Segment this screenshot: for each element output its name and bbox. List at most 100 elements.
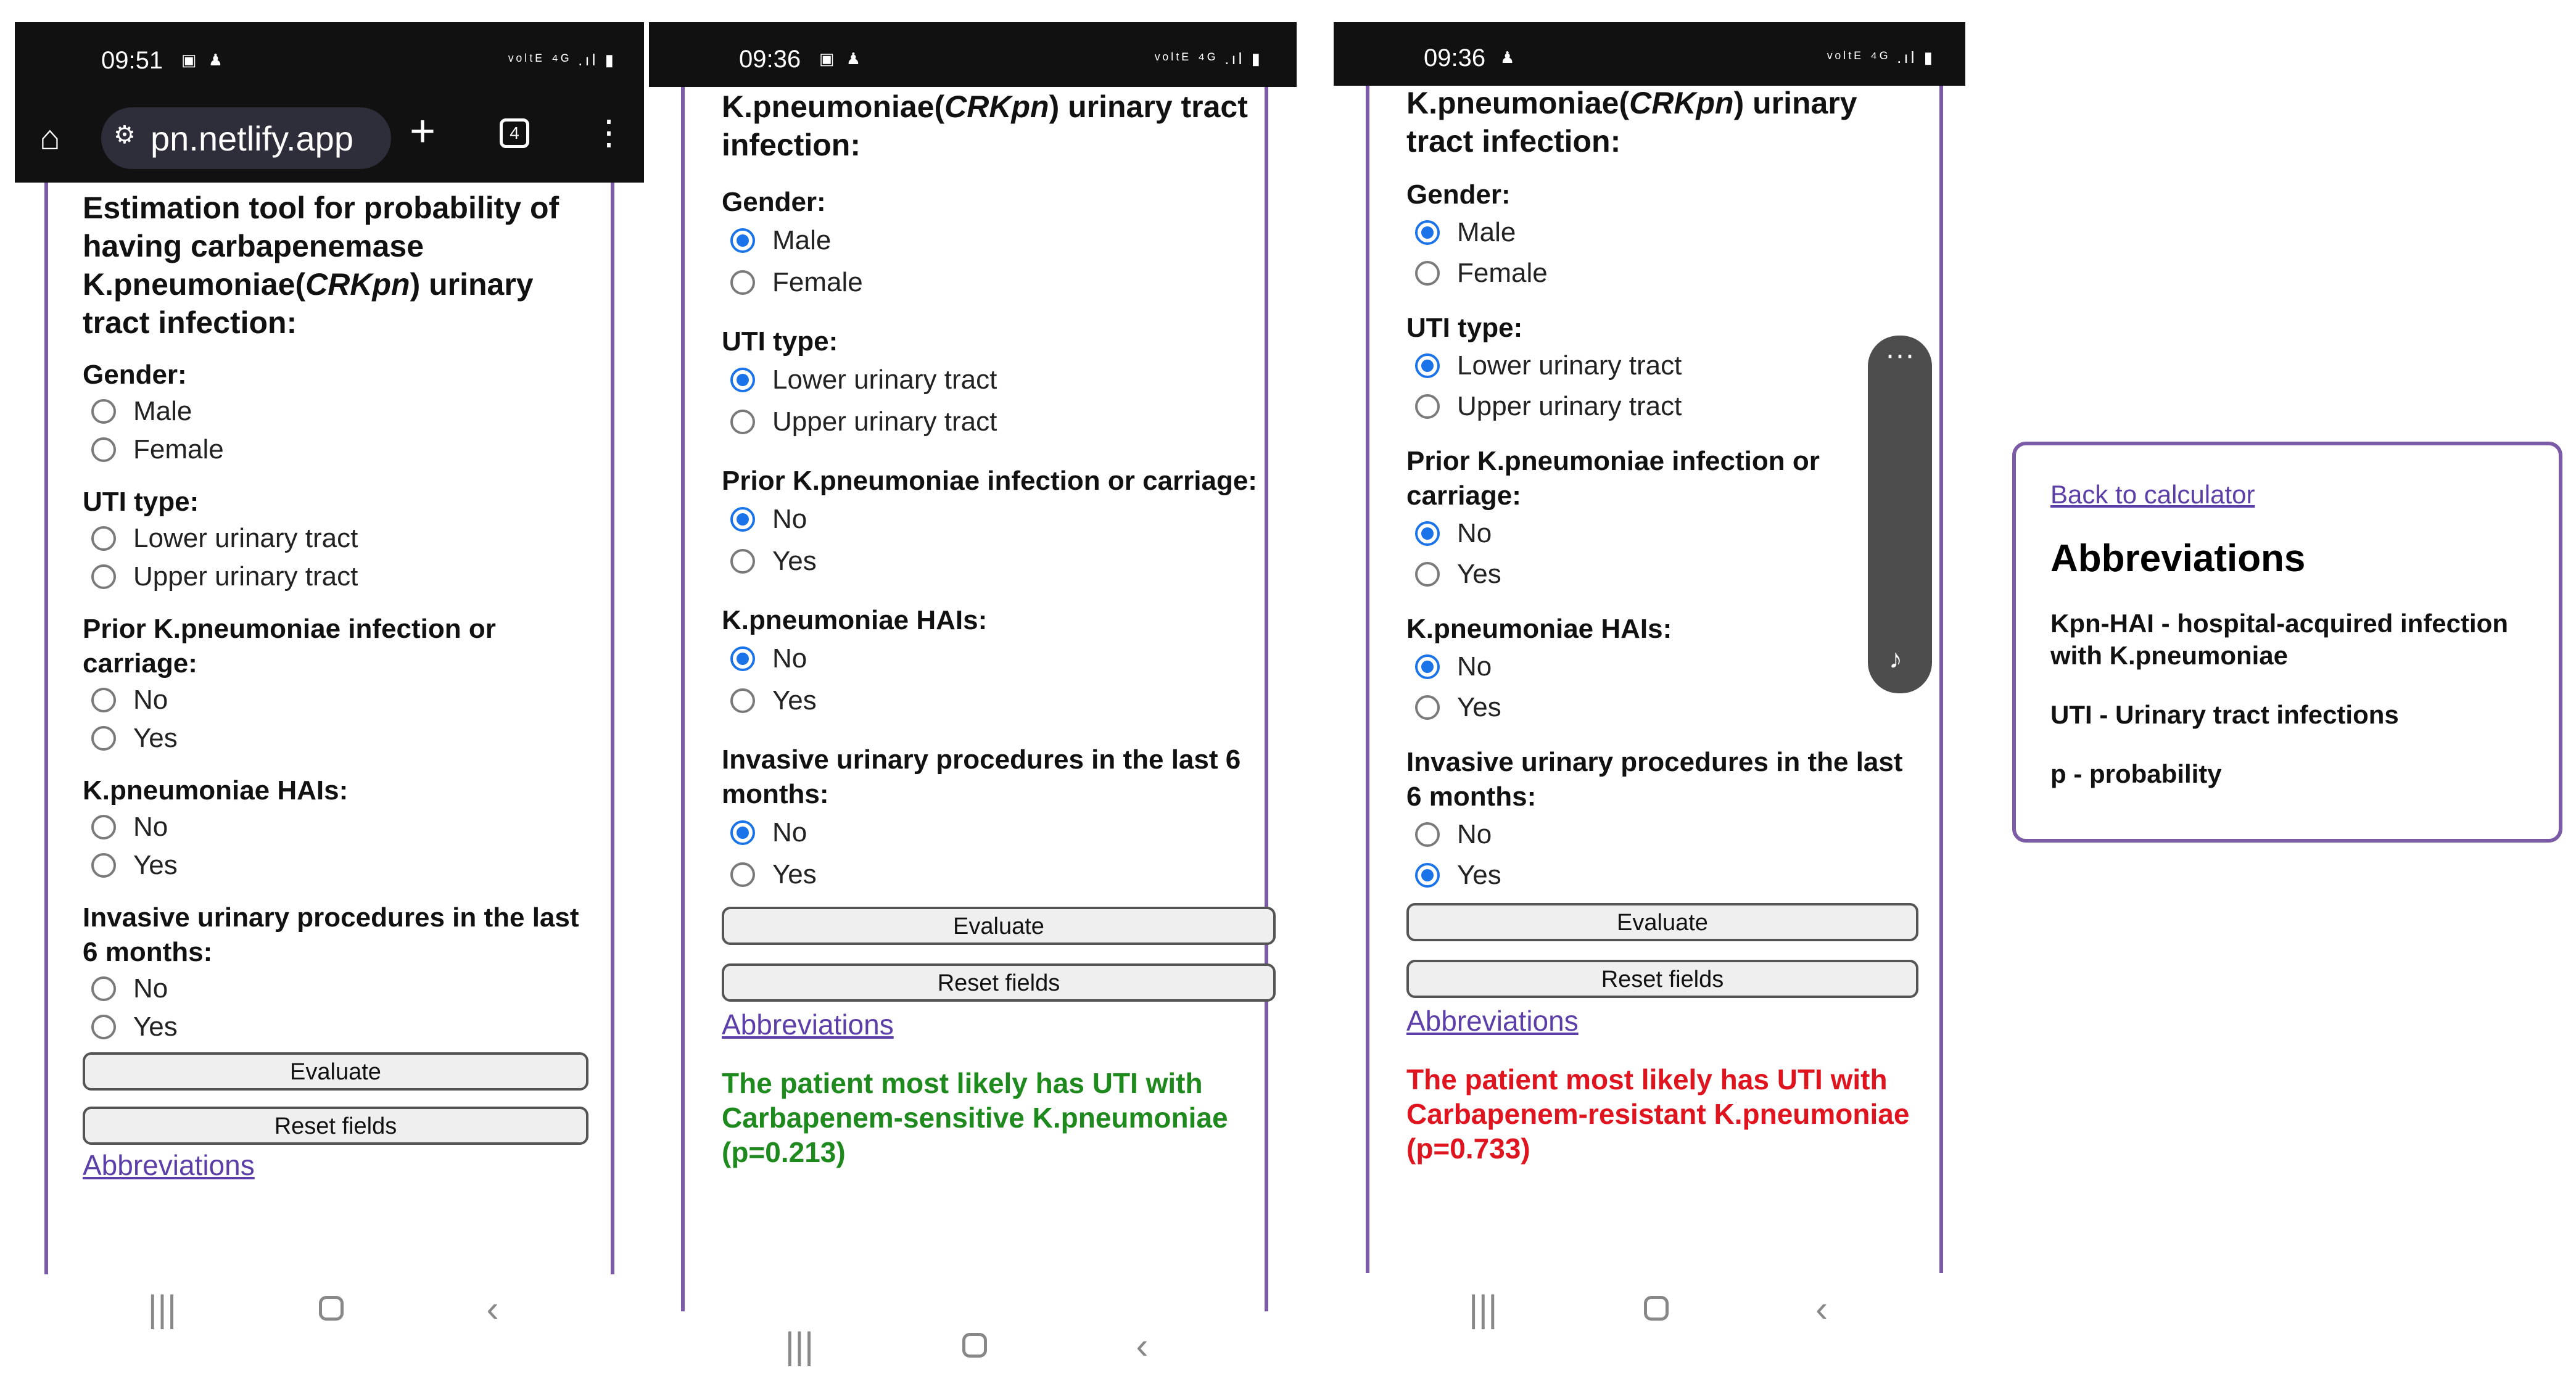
radio-button[interactable] (91, 526, 116, 551)
radio-button[interactable] (730, 820, 755, 845)
radio-button[interactable] (91, 437, 116, 462)
radio-button[interactable] (91, 815, 116, 839)
more-options-icon[interactable]: ··· (1885, 338, 1915, 372)
radio-button[interactable] (1415, 822, 1440, 847)
radio-option[interactable]: Upper urinary tract (722, 401, 1276, 443)
radio-option[interactable]: No (1406, 513, 1918, 554)
radio-button[interactable] (730, 862, 755, 887)
radio-option-label: Upper urinary tract (1457, 391, 1682, 421)
radio-button[interactable] (1415, 695, 1440, 720)
radio-button[interactable] (1415, 562, 1440, 587)
radio-button[interactable] (91, 564, 116, 589)
radio-option[interactable]: Yes (83, 719, 588, 757)
radio-option[interactable]: No (722, 812, 1276, 854)
radio-option[interactable]: Female (83, 431, 588, 469)
recent-apps-icon[interactable]: ||| (785, 1324, 814, 1367)
radio-button[interactable] (1415, 220, 1440, 245)
radio-option[interactable]: Male (1406, 212, 1918, 253)
form-content: Estimation tool for probability of havin… (83, 189, 588, 1182)
nav-back-icon[interactable]: ‹ (486, 1287, 498, 1330)
radio-button[interactable] (91, 976, 116, 1001)
page-title: Estimation tool for probability of havin… (83, 191, 559, 340)
status-time: 09:36 (1424, 44, 1486, 72)
radio-button[interactable] (730, 549, 755, 574)
radio-button[interactable] (730, 688, 755, 713)
radio-option[interactable]: Female (1406, 253, 1918, 294)
radio-button[interactable] (1415, 261, 1440, 286)
nav-back-icon[interactable]: ‹ (1815, 1287, 1828, 1330)
evaluate-button[interactable]: Evaluate (722, 907, 1276, 945)
radio-option[interactable]: Male (722, 220, 1276, 262)
radio-button[interactable] (730, 368, 755, 392)
form-content: K.pneumoniae(CRKpn) urinary tract infect… (722, 88, 1276, 1169)
radio-option[interactable]: No (1406, 646, 1918, 687)
radio-option[interactable]: Lower urinary tract (83, 519, 588, 558)
abbreviations-link[interactable]: Abbreviations (722, 1008, 894, 1041)
radio-button[interactable] (1415, 521, 1440, 546)
radio-option[interactable]: Upper urinary tract (1406, 386, 1918, 427)
radio-option[interactable]: Lower urinary tract (722, 359, 1276, 401)
signal-battery-icons: ᵛᵒˡᵗᴱ ⁴ᴳ .ıl ▮ (1155, 49, 1263, 68)
kebab-menu-icon[interactable]: ⋮ (592, 112, 626, 153)
radio-button[interactable] (91, 399, 116, 424)
evaluate-button[interactable]: Evaluate (83, 1052, 588, 1091)
radio-option[interactable]: No (83, 681, 588, 719)
radio-option-label: Female (772, 267, 863, 297)
site-settings-icon[interactable]: ⚙ (114, 121, 136, 149)
radio-button[interactable] (730, 507, 755, 532)
radio-option[interactable]: Yes (722, 854, 1276, 896)
radio-button[interactable] (730, 410, 755, 434)
music-note-icon[interactable]: ♪ (1889, 644, 1902, 675)
radio-option[interactable]: Yes (1406, 855, 1918, 896)
radio-button[interactable] (1415, 863, 1440, 888)
radio-option[interactable]: Yes (1406, 687, 1918, 728)
radio-button[interactable] (730, 228, 755, 253)
radio-option[interactable]: No (722, 498, 1276, 540)
nav-home-icon[interactable] (1644, 1296, 1669, 1321)
radio-option[interactable]: Lower urinary tract (1406, 345, 1918, 386)
floating-assistant-bubble[interactable]: ··· ♪ (1868, 336, 1932, 693)
signal-battery-icons: ᵛᵒˡᵗᴱ ⁴ᴳ .ıl ▮ (1827, 48, 1935, 67)
tab-switcher-icon[interactable]: 4 (500, 118, 529, 148)
radio-button[interactable] (91, 688, 116, 712)
evaluate-button[interactable]: Evaluate (1406, 903, 1918, 941)
radio-button[interactable] (91, 853, 116, 878)
home-icon[interactable]: ⌂ (39, 117, 60, 157)
radio-option[interactable]: Yes (722, 540, 1276, 582)
radio-option[interactable]: Yes (722, 680, 1276, 722)
radio-option[interactable]: Yes (83, 846, 588, 885)
radio-button[interactable] (730, 646, 755, 671)
radio-button[interactable] (730, 270, 755, 295)
radio-option-label: Male (133, 396, 192, 426)
nav-back-icon[interactable]: ‹ (1136, 1324, 1148, 1367)
radio-button[interactable] (1415, 353, 1440, 378)
radio-option[interactable]: No (722, 638, 1276, 680)
reset-button[interactable]: Reset fields (1406, 960, 1918, 998)
address-bar[interactable]: ⚙ pn.netlify.app (101, 107, 391, 169)
reset-button[interactable]: Reset fields (722, 963, 1276, 1002)
abbreviations-link[interactable]: Abbreviations (83, 1149, 255, 1181)
radio-option[interactable]: No (83, 808, 588, 846)
radio-option[interactable]: Male (83, 392, 588, 431)
radio-button[interactable] (91, 726, 116, 751)
radio-button[interactable] (91, 1015, 116, 1039)
radio-option[interactable]: No (83, 970, 588, 1008)
reset-button[interactable]: Reset fields (83, 1107, 588, 1145)
abbreviations-link[interactable]: Abbreviations (1406, 1005, 1579, 1037)
back-to-calculator-link[interactable]: Back to calculator (2050, 480, 2255, 509)
radio-option-label: No (133, 812, 168, 842)
radio-option[interactable]: Female (722, 262, 1276, 303)
nav-home-icon[interactable] (319, 1296, 344, 1321)
radio-option[interactable]: Yes (83, 1008, 588, 1046)
radio-option[interactable]: Yes (1406, 554, 1918, 595)
recent-apps-icon[interactable]: ||| (1469, 1287, 1498, 1330)
nav-home-icon[interactable] (962, 1333, 988, 1358)
radio-option-label: Upper urinary tract (772, 406, 997, 437)
recent-apps-icon[interactable]: ||| (148, 1287, 177, 1330)
radio-option[interactable]: Upper urinary tract (83, 558, 588, 596)
signal-battery-icons: ᵛᵒˡᵗᴱ ⁴ᴳ .ıl ▮ (508, 51, 616, 69)
plus-icon[interactable]: + (410, 106, 436, 157)
radio-button[interactable] (1415, 654, 1440, 679)
radio-button[interactable] (1415, 394, 1440, 419)
radio-option[interactable]: No (1406, 814, 1918, 855)
